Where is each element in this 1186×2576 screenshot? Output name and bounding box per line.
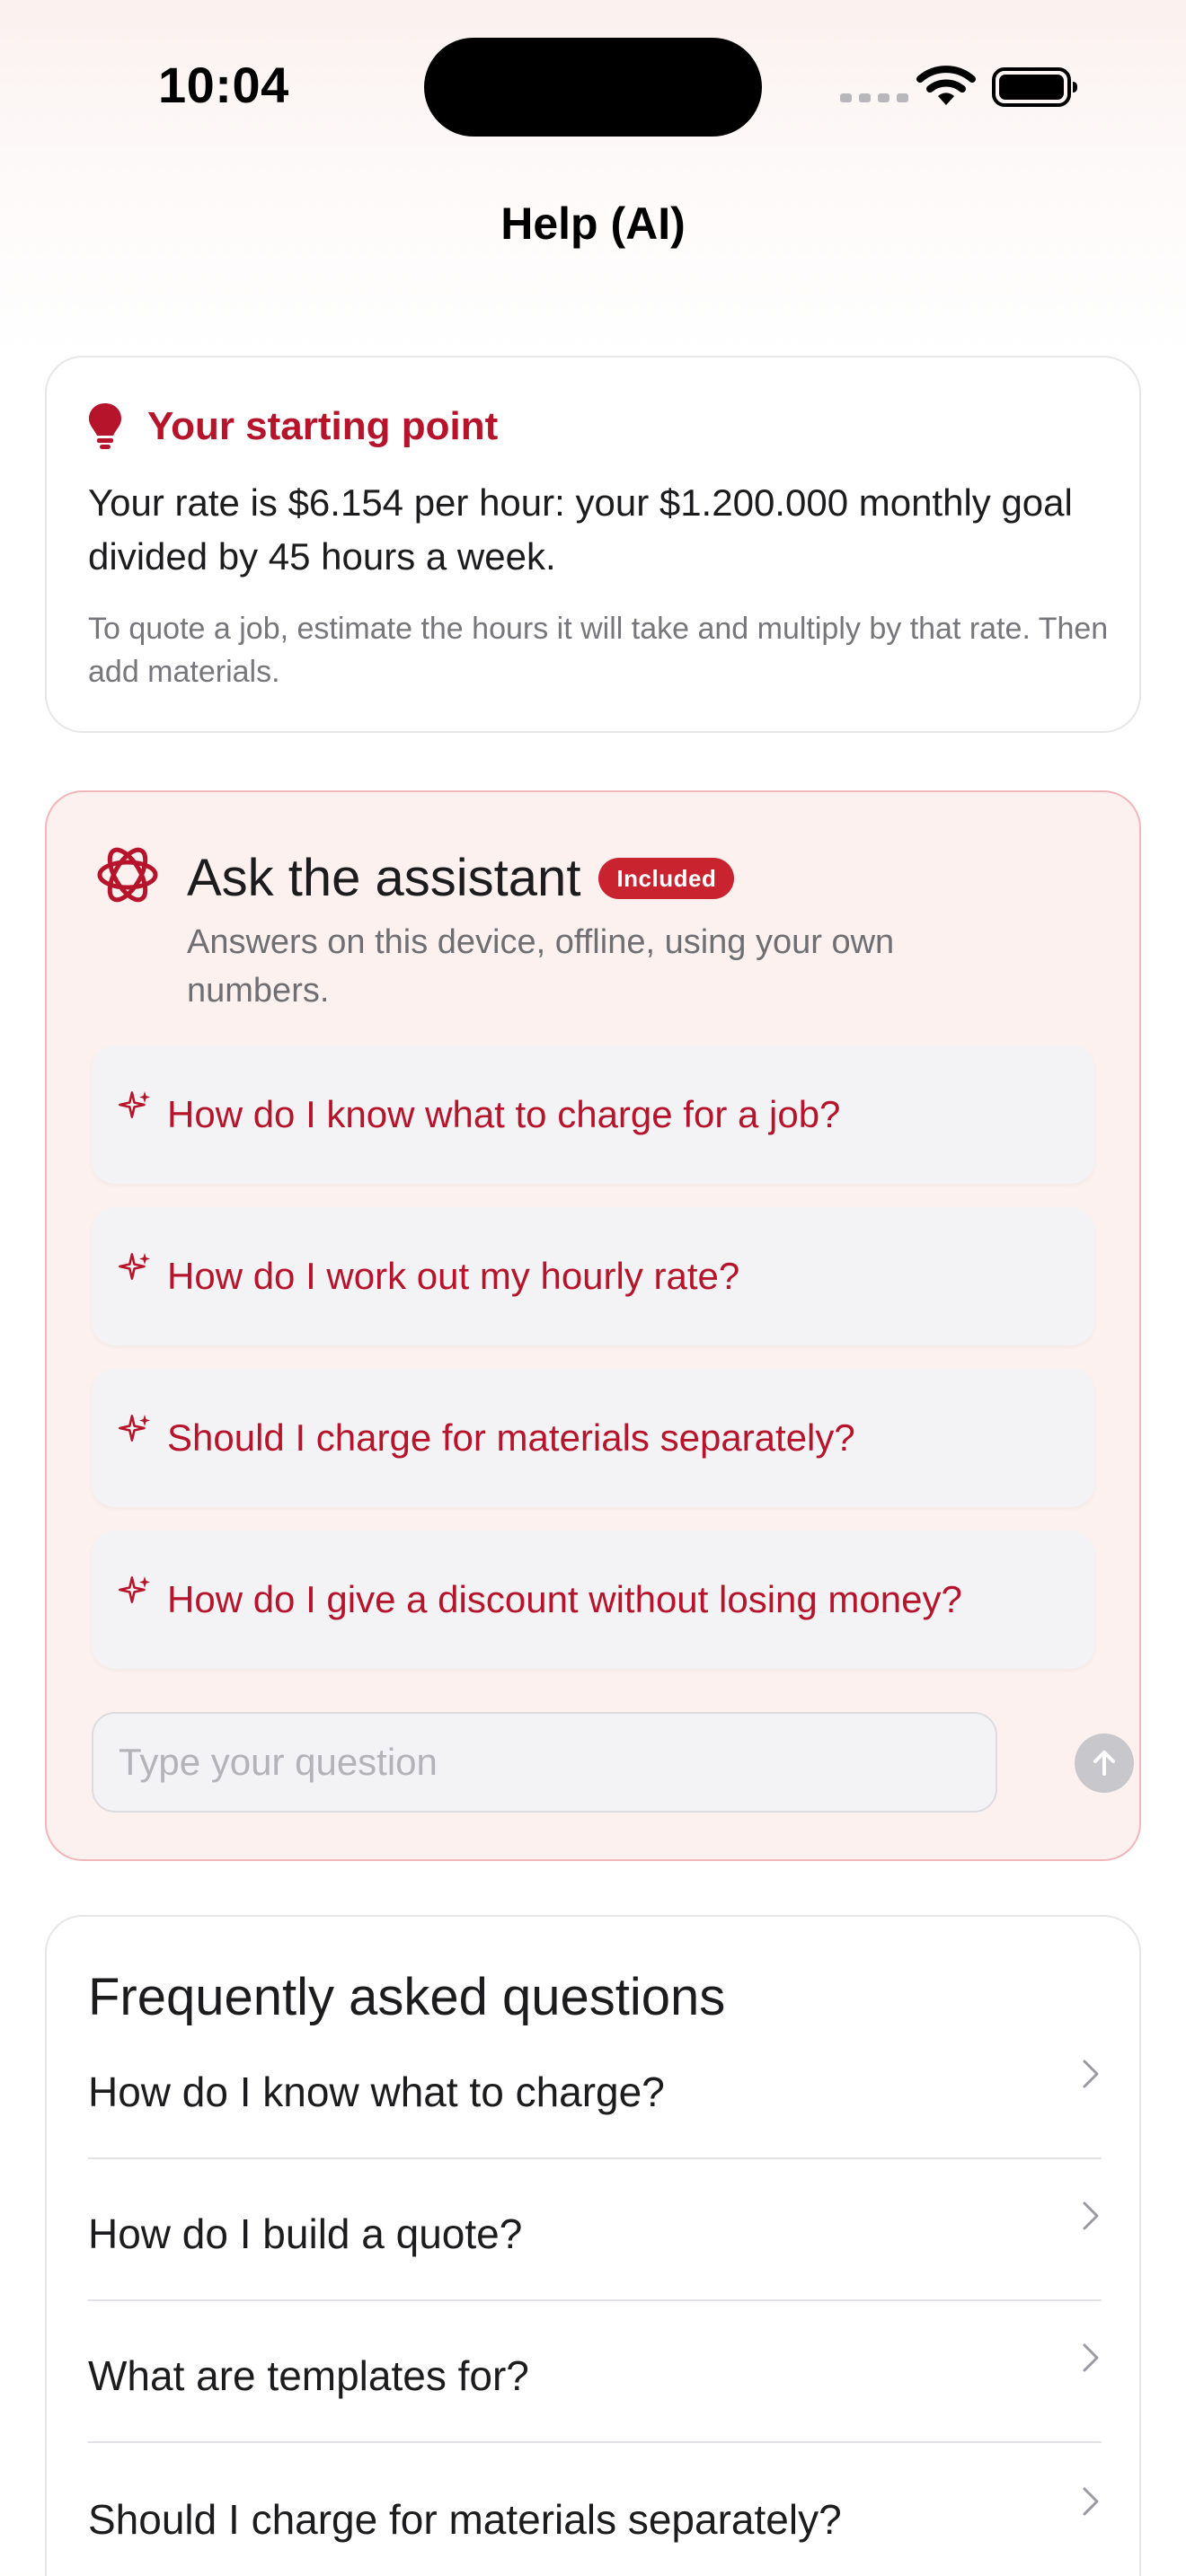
suggestion-list: How do I know what to charge for a job? …: [92, 1045, 1094, 1692]
faq-item-label: What are templates for?: [88, 2352, 529, 2399]
suggestion-discount[interactable]: How do I give a discount without losing …: [92, 1531, 1094, 1669]
faq-item-label: How do I know what to charge?: [88, 2069, 665, 2115]
lightbulb-icon: [89, 403, 121, 449]
status-bar: 10:04: [0, 0, 1186, 171]
assistant-subtitle: Answers on this device, offline, using y…: [187, 923, 895, 1010]
question-input-row: [92, 1712, 1134, 1816]
wifi-icon: [916, 66, 976, 105]
faq-item-templates[interactable]: What are templates for?: [88, 2301, 1102, 2443]
atom-icon: [97, 847, 158, 903]
chevron-right-icon: [1083, 2487, 1099, 2516]
quote-tip: To quote a job, estimate the hours it wi…: [88, 612, 1109, 689]
send-button[interactable]: [1075, 1734, 1134, 1793]
chevron-right-icon: [1083, 2201, 1099, 2230]
cellular-signal-icon: [840, 93, 908, 102]
suggestion-label: How do I work out my hourly rate?: [167, 1255, 740, 1297]
suggestion-charge-for-job[interactable]: How do I know what to charge for a job?: [92, 1045, 1094, 1184]
faq-title: Frequently asked questions: [88, 1968, 726, 2026]
suggestion-hourly-rate[interactable]: How do I work out my hourly rate?: [92, 1207, 1094, 1345]
starting-point-title: Your starting point: [147, 404, 499, 448]
faq-card: Frequently asked questions How do I know…: [45, 1915, 1141, 2576]
hourly-rate-summary: Your rate is $6.154 per hour: your $1.20…: [88, 481, 1073, 578]
suggestion-label: How do I know what to charge for a job?: [167, 1093, 841, 1135]
page-title: Help (AI): [500, 198, 686, 249]
assistant-title: Ask the assistant: [187, 849, 581, 907]
sparkle-icon: [119, 1576, 150, 1603]
starting-point-card: Your starting point Your rate is $6.154 …: [45, 356, 1141, 733]
status-time: 10:04: [158, 57, 289, 113]
battery-icon: [992, 67, 1077, 107]
faq-item-know-what-to-charge[interactable]: How do I know what to charge?: [88, 2051, 1102, 2159]
faq-item-label: How do I build a quote?: [88, 2210, 523, 2257]
arrow-up-icon: [1093, 1751, 1115, 1776]
chevron-right-icon: [1083, 2343, 1099, 2372]
suggestion-label: Should I charge for materials separately…: [167, 1416, 855, 1459]
sparkle-icon: [119, 1415, 150, 1442]
assistant-title-row: Ask the assistant Included: [187, 848, 735, 908]
question-input[interactable]: [92, 1712, 997, 1813]
included-badge: Included: [598, 857, 735, 899]
dynamic-island: [424, 38, 762, 137]
faq-item-materials-separately[interactable]: Should I charge for materials separately…: [88, 2443, 1102, 2576]
suggestion-materials[interactable]: Should I charge for materials separately…: [92, 1369, 1094, 1507]
chevron-right-icon: [1083, 2060, 1099, 2088]
starting-point-header: Your starting point: [88, 402, 498, 451]
faq-item-build-quote[interactable]: How do I build a quote?: [88, 2159, 1102, 2301]
assistant-card: Ask the assistant Included Answers on th…: [45, 790, 1141, 1861]
suggestion-label: How do I give a discount without losing …: [167, 1578, 962, 1620]
faq-item-label: Should I charge for materials separately…: [88, 2496, 842, 2543]
sparkle-icon: [119, 1253, 150, 1280]
sparkle-icon: [119, 1091, 150, 1118]
faq-list: How do I know what to charge? How do I b…: [88, 2051, 1102, 2576]
